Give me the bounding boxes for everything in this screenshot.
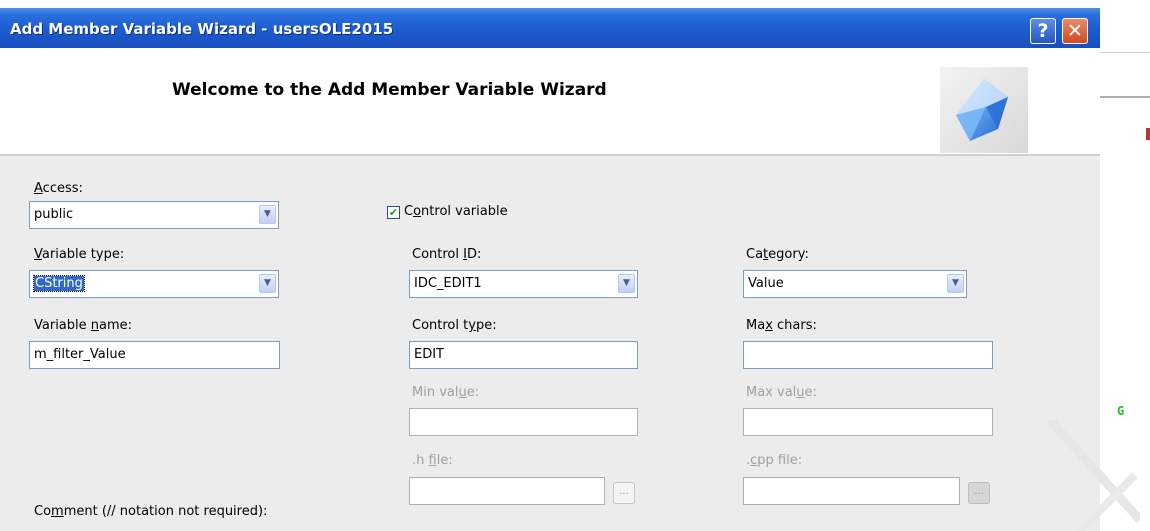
- control-type-label: Control type:: [412, 318, 497, 333]
- close-button[interactable]: ✕: [1062, 18, 1088, 44]
- access-combo[interactable]: public ▼: [29, 201, 279, 229]
- close-icon: ✕: [1067, 20, 1083, 42]
- chevron-down-icon[interactable]: ▼: [618, 274, 635, 293]
- page-title: Welcome to the Add Member Variable Wizar…: [172, 80, 607, 100]
- h-file-input[interactable]: [409, 477, 605, 505]
- cpp-file-input[interactable]: [743, 477, 960, 505]
- category-value: Value: [748, 276, 784, 291]
- watermark-graphic: [1046, 420, 1140, 531]
- control-id-combo[interactable]: IDC_EDIT1 ▼: [409, 270, 638, 298]
- background-marker: [1146, 128, 1150, 140]
- control-id-value: IDC_EDIT1: [414, 276, 482, 291]
- window-title: Add Member Variable Wizard - usersOLE201…: [10, 20, 394, 38]
- title-bar[interactable]: Add Member Variable Wizard - usersOLE201…: [0, 8, 1100, 48]
- variable-type-value: CString: [33, 275, 85, 292]
- category-label: Category:: [746, 247, 809, 262]
- chevron-down-icon[interactable]: ▼: [947, 274, 964, 293]
- control-variable-checkbox[interactable]: ✔: [387, 206, 400, 219]
- control-id-label: Control ID:: [412, 247, 482, 262]
- cpp-file-label: .cpp file:: [746, 453, 803, 468]
- chevron-down-icon[interactable]: ▼: [259, 274, 276, 293]
- min-value-label: Min value:: [412, 385, 480, 400]
- chevron-down-icon[interactable]: ▼: [259, 205, 276, 224]
- background-divider: [1100, 96, 1150, 98]
- h-file-label: .h file:: [412, 453, 453, 468]
- variable-type-label: Variable type:: [34, 247, 125, 262]
- background-letter: G: [1117, 404, 1125, 418]
- wizard-logo-icon: [940, 67, 1028, 153]
- access-value: public: [34, 207, 74, 222]
- access-label: Access:: [34, 181, 83, 196]
- cpp-file-browse-button[interactable]: ...: [968, 482, 990, 504]
- control-type-field[interactable]: EDIT: [409, 341, 638, 369]
- max-chars-input[interactable]: [743, 341, 993, 369]
- help-icon: ?: [1037, 20, 1049, 42]
- max-value-input[interactable]: [743, 408, 993, 436]
- variable-name-input[interactable]: m_filter_Value: [29, 341, 280, 369]
- max-value-label: Max value:: [746, 385, 817, 400]
- variable-name-label: Variable name:: [34, 318, 133, 333]
- h-file-browse-button[interactable]: ...: [613, 482, 635, 504]
- control-variable-label: Control variable: [404, 204, 508, 219]
- variable-type-combo[interactable]: CString ▼: [29, 270, 279, 298]
- min-value-input[interactable]: [409, 408, 638, 436]
- comment-label: Comment (// notation not required):: [34, 504, 268, 519]
- help-button[interactable]: ?: [1030, 18, 1056, 44]
- background-divider: [1100, 52, 1150, 53]
- max-chars-label: Max chars:: [746, 318, 817, 333]
- wizard-header: [0, 48, 1100, 155]
- category-combo[interactable]: Value ▼: [743, 270, 967, 298]
